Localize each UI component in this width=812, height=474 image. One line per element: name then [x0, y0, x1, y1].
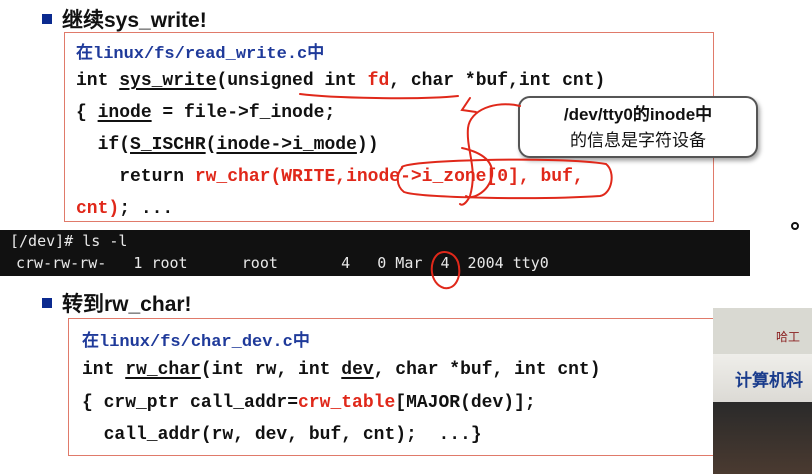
code-token-i-zone: inode->i_zone[0]	[346, 167, 519, 187]
code-line-call: call_addr(rw, dev, buf, cnt); ...}	[82, 425, 482, 445]
code-token: int	[76, 71, 120, 91]
code-token-i-mode: inode->i_mode	[216, 135, 357, 155]
code-token: return	[76, 167, 195, 187]
square-bullet-icon	[42, 14, 52, 24]
terminal-ls-output: [/dev]# ls -l crw-rw-rw- 1 root root 4 0…	[0, 230, 750, 276]
code-line-sys-write-signature: int sys_write(unsigned int fd, char *buf…	[76, 71, 605, 91]
video-top-text: 哈工	[776, 330, 801, 344]
code-file-path: 在linux/fs/char_dev.c中	[82, 333, 310, 352]
code-token: ))	[356, 135, 379, 155]
code-token: (int rw, int	[200, 360, 342, 380]
callout-line-2: 的信息是字符设备	[570, 131, 706, 150]
code-line-cnt: cnt); ...	[76, 199, 173, 219]
code-token: , char *buf, int cnt)	[373, 360, 601, 380]
video-lower-area	[713, 402, 812, 474]
video-title-text: 计算机科	[735, 371, 803, 391]
code-token-crw-table: crw_table	[298, 393, 396, 413]
code-token-dev: dev	[341, 360, 374, 380]
heading-text: 继续sys_write!	[62, 9, 207, 32]
code-line-rw-char-signature: int rw_char(int rw, int dev, char *buf, …	[82, 360, 601, 380]
code-token-inode: inode	[97, 103, 152, 123]
code-token-fd: fd	[367, 71, 390, 91]
code-line-call-addr: { crw_ptr call_addr=crw_table[MAJOR(dev)…	[82, 393, 536, 413]
code-token: , char *buf,int cnt)	[389, 71, 606, 91]
code-token-s-ischr: S_ISCHR	[130, 135, 206, 155]
code-token-rw-char: rw_char	[125, 360, 201, 380]
callout-char-device-note: /dev/tty0的inode中 的信息是字符设备	[518, 96, 758, 158]
terminal-command-line: [/dev]# ls -l	[10, 232, 128, 250]
code-token-rw-char-call: rw_char(WRITE,	[194, 167, 347, 187]
code-token-sys-write: sys_write	[119, 71, 217, 91]
square-bullet-icon	[42, 298, 52, 308]
terminal-tty0-line: crw-rw-rw- 1 root root 4 0 Mar 4 2004 tt…	[16, 254, 549, 272]
code-line-return-rw-char: return rw_char(WRITE,inode->i_zone[0], b…	[76, 167, 584, 187]
section-heading-rw-char: 转到rw_char!	[42, 288, 192, 318]
code-token: (unsigned int	[216, 71, 368, 91]
code-token: int	[82, 360, 126, 380]
code-token: (	[205, 135, 217, 155]
code-file-path: 在linux/fs/read_write.c中	[76, 45, 325, 64]
code-token: , buf,	[518, 167, 584, 187]
code-token-cnt: cnt)	[76, 199, 120, 219]
code-line-if-ischr: if(S_ISCHR(inode->i_mode))	[76, 135, 379, 155]
code-token: {	[76, 103, 98, 123]
code-token: = file->f_inode;	[151, 103, 336, 123]
callout-line-1: /dev/tty0的inode中	[563, 105, 713, 124]
lecturer-video-thumbnail: 哈工 计算机科	[713, 308, 812, 474]
code-token: if(	[76, 135, 131, 155]
code-token: [MAJOR(dev)];	[395, 393, 536, 413]
heading-text: 转到rw_char!	[62, 293, 192, 316]
section-heading-sys-write: 继续sys_write!	[42, 4, 207, 34]
code-token: { crw_ptr call_addr=	[82, 393, 299, 413]
code-line-inode-assign: { inode = file->f_inode;	[76, 103, 335, 123]
code-token: ; ...	[119, 199, 174, 219]
pointer-dot-icon	[791, 222, 799, 230]
